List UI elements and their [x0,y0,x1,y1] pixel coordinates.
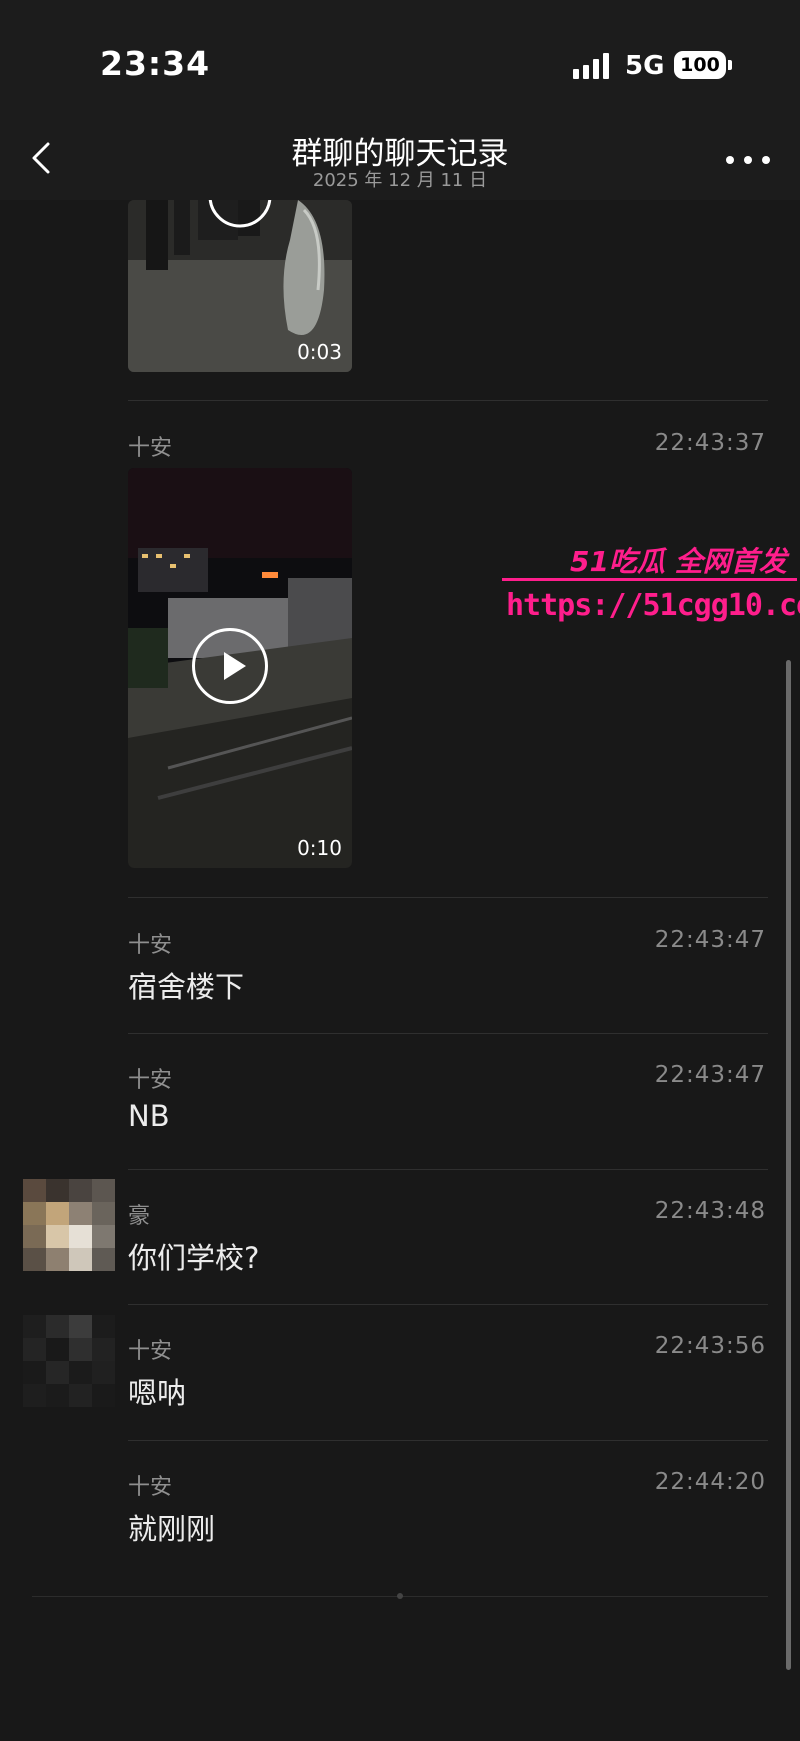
avatar[interactable] [23,1179,115,1271]
message-text: NB [128,1099,170,1133]
message-time: 22:43:37 [654,430,766,456]
sender-name: 十安 [128,1475,173,1500]
sender-name: 十安 [128,1068,173,1093]
sender-name: 豪 [128,1204,151,1229]
message-time: 22:43:48 [654,1198,766,1224]
status-time: 23:34 [100,44,211,83]
video-duration: 0:03 [297,340,342,364]
watermark-line [502,578,797,581]
message-time: 22:43:56 [654,1333,766,1359]
message-time: 22:43:47 [654,1062,766,1088]
message-text: 宿舍楼下 [128,970,245,1004]
page-date: 2025 年 12 月 11 日 [312,170,488,191]
network-type: 5G [625,51,665,81]
message-time: 22:44:20 [654,1469,766,1495]
divider [128,1304,768,1305]
message-text: 嗯呐 [128,1376,187,1410]
sender-name: 十安 [128,436,173,461]
pixelated-avatar [23,1315,115,1407]
divider [128,1169,768,1170]
divider [128,1033,768,1034]
scrollbar[interactable] [786,660,791,1670]
end-dot [397,1593,403,1599]
message-time: 22:43:47 [654,927,766,953]
sender-name: 十安 [128,1339,173,1364]
message-text: 就刚刚 [128,1512,216,1546]
chat-record-list[interactable]: 0:03 十安 22:43:37 0:10 十安 22:43:47 宿舍楼下 十… [0,200,800,1741]
watermark-url: https://51cgg10.com [506,588,800,623]
video-thumbnail[interactable]: 0:10 [128,468,352,868]
battery-icon: 100 [674,51,726,79]
divider [128,897,768,898]
watermark-title: 51吃瓜 全网首发 [570,545,787,578]
divider [128,1440,768,1441]
watermark: 51吃瓜 全网首发 https://51cgg10.com [500,530,800,630]
avatar[interactable] [23,1315,115,1407]
status-bar: 23:34 5G 100 [0,0,800,120]
video-thumbnail[interactable]: 0:03 [128,200,352,372]
play-icon[interactable] [192,628,268,704]
battery-tip [728,60,732,70]
sender-name: 十安 [128,933,173,958]
pixelated-avatar [23,1179,115,1271]
message-text: 你们学校? [128,1241,260,1275]
signal-icon [573,53,613,79]
chat-header: 群聊的聊天记录 2025 年 12 月 11 日 [0,120,800,200]
more-dots-icon[interactable] [722,138,774,178]
divider [128,400,768,401]
video-duration: 0:10 [297,836,342,860]
